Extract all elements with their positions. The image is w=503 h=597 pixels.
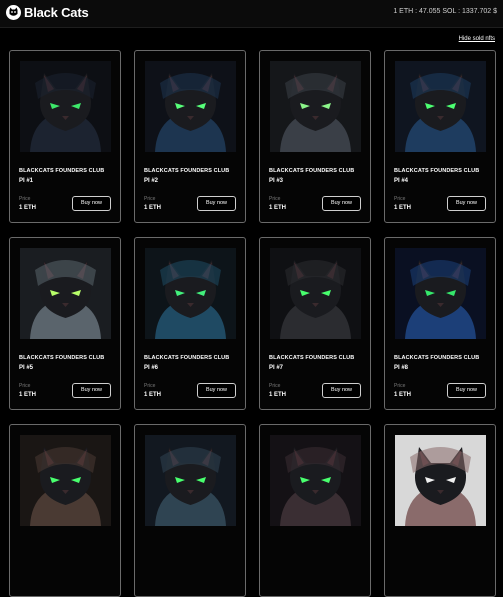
nft-card-7[interactable]: BLACKCATS FOUNDERS CLUB PI #7 Price 1 ET… <box>259 237 371 410</box>
price-label: Price <box>269 196 281 202</box>
price-value: 1 ETH <box>144 392 162 398</box>
price-label: Price <box>144 383 156 389</box>
nft-image[interactable] <box>145 248 236 339</box>
price-label: Price <box>394 196 406 202</box>
top-bar: Black Cats 1 ETH : 47.055 SOL : 1337.702… <box>0 0 503 28</box>
price-label: Price <box>144 196 156 202</box>
collection-name: BLACKCATS FOUNDERS CLUB <box>144 168 230 174</box>
nft-card-1[interactable]: BLACKCATS FOUNDERS CLUB PI #1 Price 1 ET… <box>9 50 121 223</box>
nft-image[interactable] <box>20 248 111 339</box>
nft-card-5[interactable]: BLACKCATS FOUNDERS CLUB PI #5 Price 1 ET… <box>9 237 121 410</box>
nft-image[interactable] <box>395 435 486 526</box>
buy-now-button[interactable]: Buy now <box>72 383 111 398</box>
hide-sold-nfts-link[interactable]: Hide sold nfts <box>459 36 495 42</box>
nft-image[interactable] <box>270 61 361 152</box>
nft-card-11[interactable] <box>259 424 371 597</box>
price-label: Price <box>19 196 31 202</box>
token-id: PI #7 <box>269 365 284 371</box>
token-id: PI #8 <box>394 365 409 371</box>
price-value: 1 ETH <box>144 205 162 211</box>
nft-card-3[interactable]: BLACKCATS FOUNDERS CLUB PI #3 Price 1 ET… <box>259 50 371 223</box>
brand-title[interactable]: Black Cats <box>24 5 89 20</box>
collection-name: BLACKCATS FOUNDERS CLUB <box>144 355 230 361</box>
nft-card-10[interactable] <box>134 424 246 597</box>
collection-name: BLACKCATS FOUNDERS CLUB <box>394 355 480 361</box>
nft-image[interactable] <box>20 435 111 526</box>
token-id: PI #1 <box>19 178 34 184</box>
price-value: 1 ETH <box>19 205 37 211</box>
collection-name: BLACKCATS FOUNDERS CLUB <box>394 168 480 174</box>
token-id: PI #6 <box>144 365 159 371</box>
collection-name: BLACKCATS FOUNDERS CLUB <box>19 168 105 174</box>
collection-name: BLACKCATS FOUNDERS CLUB <box>269 168 355 174</box>
nft-card-6[interactable]: BLACKCATS FOUNDERS CLUB PI #6 Price 1 ET… <box>134 237 246 410</box>
buy-now-button[interactable]: Buy now <box>447 196 486 211</box>
buy-now-button[interactable]: Buy now <box>197 383 236 398</box>
nft-image[interactable] <box>20 61 111 152</box>
buy-now-button[interactable]: Buy now <box>72 196 111 211</box>
nft-image[interactable] <box>270 248 361 339</box>
token-id: PI #4 <box>394 178 409 184</box>
cat-logo-icon[interactable] <box>6 5 21 20</box>
price-label: Price <box>19 383 31 389</box>
collection-name: BLACKCATS FOUNDERS CLUB <box>269 355 355 361</box>
price-value: 1 ETH <box>269 205 287 211</box>
buy-now-button[interactable]: Buy now <box>197 196 236 211</box>
nft-card-2[interactable]: BLACKCATS FOUNDERS CLUB PI #2 Price 1 ET… <box>134 50 246 223</box>
buy-now-button[interactable]: Buy now <box>447 383 486 398</box>
price-value: 1 ETH <box>394 205 412 211</box>
nft-card-8[interactable]: BLACKCATS FOUNDERS CLUB PI #8 Price 1 ET… <box>384 237 496 410</box>
nft-image[interactable] <box>145 61 236 152</box>
collection-name: BLACKCATS FOUNDERS CLUB <box>19 355 105 361</box>
token-id: PI #2 <box>144 178 159 184</box>
nft-card-12[interactable] <box>384 424 496 597</box>
nft-grid: BLACKCATS FOUNDERS CLUB PI #1 Price 1 ET… <box>9 50 496 597</box>
nft-card-4[interactable]: BLACKCATS FOUNDERS CLUB PI #4 Price 1 ET… <box>384 50 496 223</box>
buy-now-button[interactable]: Buy now <box>322 383 361 398</box>
price-value: 1 ETH <box>19 392 37 398</box>
price-label: Price <box>394 383 406 389</box>
nft-image[interactable] <box>145 435 236 526</box>
token-id: PI #5 <box>19 365 34 371</box>
nft-image[interactable] <box>395 61 486 152</box>
nft-image[interactable] <box>270 435 361 526</box>
token-id: PI #3 <box>269 178 284 184</box>
buy-now-button[interactable]: Buy now <box>322 196 361 211</box>
nft-image[interactable] <box>395 248 486 339</box>
price-value: 1 ETH <box>394 392 412 398</box>
exchange-rate: 1 ETH : 47.055 SOL : 1337.702 $ <box>393 8 497 15</box>
nft-card-9[interactable] <box>9 424 121 597</box>
price-value: 1 ETH <box>269 392 287 398</box>
price-label: Price <box>269 383 281 389</box>
